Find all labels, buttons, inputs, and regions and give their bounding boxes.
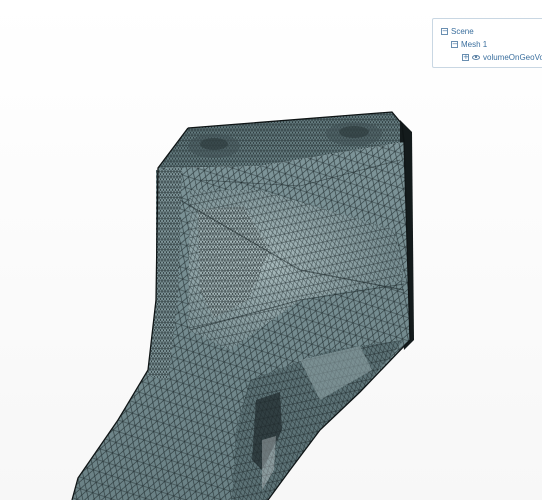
tree-item-label: Scene — [451, 26, 474, 36]
mesh-render — [71, 111, 414, 500]
collapse-icon[interactable]: − — [441, 27, 448, 35]
expand-icon[interactable]: + — [462, 53, 469, 61]
tree-item-mesh[interactable]: − Mesh 1 — [451, 38, 487, 50]
tree-item-volume[interactable]: + volumeOnGeoVolume — [462, 51, 542, 63]
tree-item-scene[interactable]: − Scene — [441, 25, 474, 37]
collapse-icon[interactable]: − — [451, 40, 458, 48]
eye-icon[interactable] — [472, 54, 480, 60]
tree-item-label: Mesh 1 — [461, 39, 488, 49]
tree-item-label: volumeOnGeoVolume — [483, 52, 542, 62]
3d-viewport[interactable] — [0, 0, 542, 500]
scene-tree-panel: − Scene − Mesh 1 + volumeOnGeoVolume — [432, 18, 542, 68]
